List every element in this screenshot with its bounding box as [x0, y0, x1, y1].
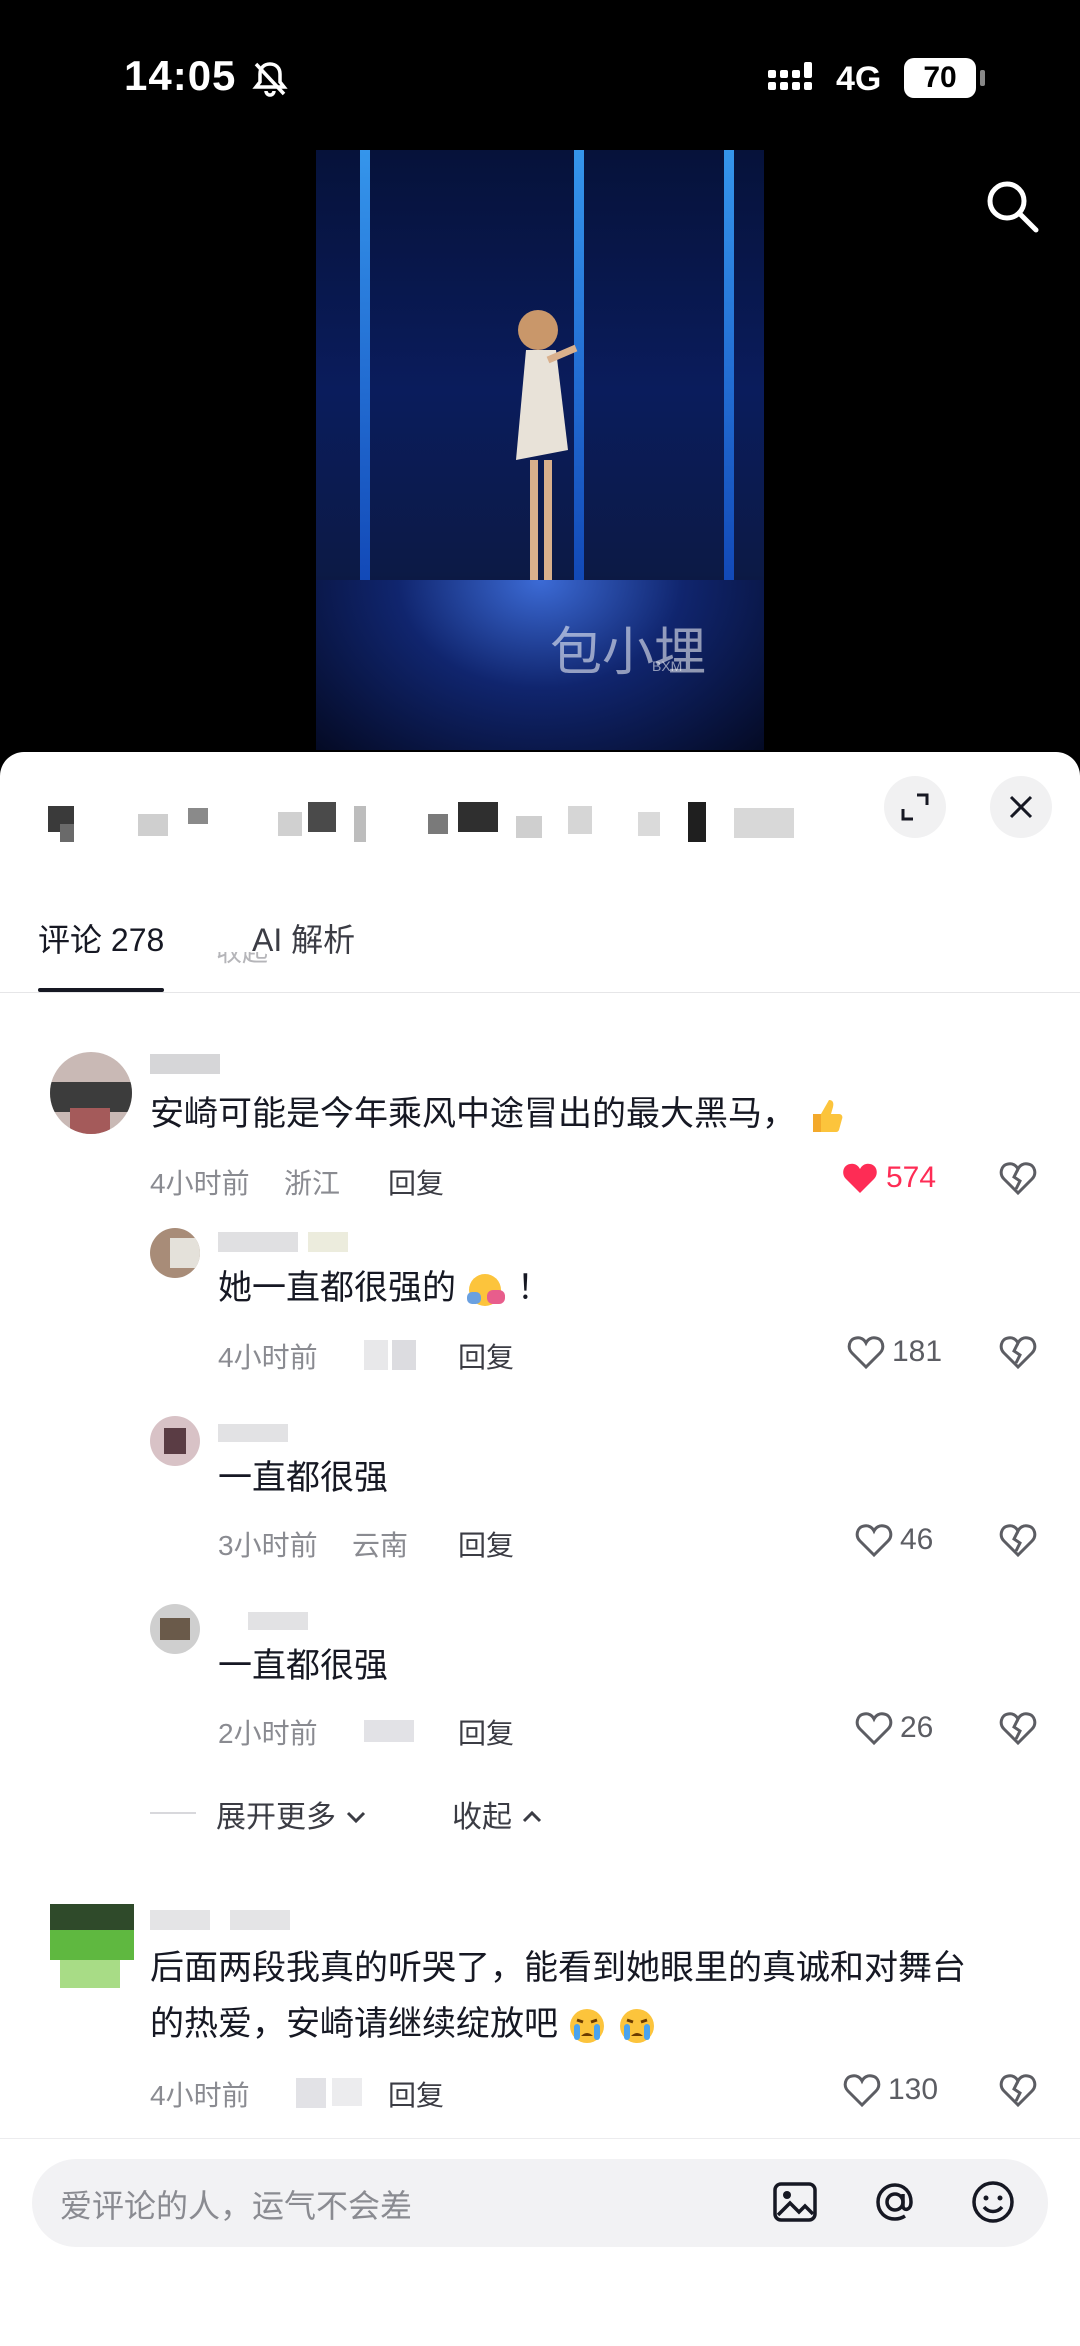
video-watermark: 包小埋 — [550, 623, 707, 683]
reply-button[interactable]: 回复 — [458, 1336, 514, 1376]
username-blurred[interactable] — [150, 1910, 290, 1932]
network-type: 4G — [836, 60, 882, 98]
comment-text-line2: 的热爱，安崎请继续绽放吧 — [150, 1996, 657, 2046]
status-bar: 14:05 4G 70 — [0, 0, 1080, 150]
expand-sheet-button[interactable] — [884, 776, 946, 838]
broken-heart-icon[interactable] — [998, 1520, 1038, 1560]
comment-text: 她一直都很强的 ！ — [218, 1260, 551, 1310]
like-button[interactable]: 574 — [840, 1158, 936, 1198]
image-icon[interactable] — [770, 2177, 820, 2227]
battery-cap — [980, 70, 985, 86]
reply-button[interactable]: 回复 — [458, 1524, 514, 1564]
stage-light — [360, 150, 370, 610]
comment-text: 安崎可能是今年乘风中途冒出的最大黑马， — [150, 1086, 845, 1136]
heart-outline-icon — [847, 1336, 885, 1370]
like-count: 26 — [900, 1711, 934, 1744]
comment-time: 4小时前 — [150, 2080, 250, 2111]
avatar[interactable] — [150, 1604, 200, 1654]
location-blurred — [364, 1340, 416, 1370]
like-count: 130 — [888, 2073, 939, 2106]
comment-sheet: 评论 278 AI 解析 收起 安崎可能是今年乘风中途冒出的最大黑马， 4小时前… — [0, 752, 1080, 2346]
heart-outline-icon — [855, 1524, 893, 1558]
comment-input-placeholder: 爱评论的人，运气不会差 — [60, 2188, 413, 2224]
mention-icon[interactable] — [870, 2177, 920, 2227]
like-button[interactable]: 130 — [842, 2070, 938, 2110]
heart-outline-icon — [843, 2074, 881, 2108]
tab-ai-analysis[interactable]: AI 解析 — [252, 888, 355, 992]
username-blurred[interactable] — [218, 1612, 308, 1634]
video-player[interactable]: 包小埋 BXM — [316, 150, 764, 750]
chevron-up-icon — [523, 1810, 542, 1823]
battery-level: 70 — [904, 58, 976, 98]
reply-button[interactable]: 回复 — [388, 2074, 444, 2114]
avatar[interactable] — [50, 1904, 134, 1988]
like-count: 46 — [900, 1523, 934, 1556]
comment-time: 4小时前 — [218, 1342, 318, 1373]
tab-bar: 评论 278 AI 解析 — [0, 888, 1080, 993]
comment-location: 浙江 — [284, 1168, 341, 1199]
cut-collapse-text: 收起 — [216, 952, 269, 967]
status-time: 14:05 — [124, 52, 237, 99]
tab-comments[interactable]: 评论 278 — [38, 888, 165, 992]
reply-button[interactable]: 回复 — [388, 1162, 444, 1202]
comment-text: 一直都很强 — [218, 1647, 388, 1685]
close-icon — [1009, 795, 1033, 819]
avatar[interactable] — [150, 1416, 200, 1466]
broken-heart-icon[interactable] — [998, 1332, 1038, 1372]
crying-emoji-icon — [570, 2009, 605, 2044]
collapse-button[interactable]: 收起 — [452, 1792, 544, 1836]
username-blurred[interactable] — [218, 1232, 348, 1254]
divider-line — [150, 1812, 196, 1814]
broken-heart-icon[interactable] — [998, 1158, 1038, 1198]
close-button[interactable] — [990, 776, 1052, 838]
hug-emoji-icon — [467, 1274, 506, 1307]
avatar[interactable] — [150, 1228, 200, 1278]
search-icon[interactable] — [982, 176, 1042, 236]
comment-location: 云南 — [352, 1530, 409, 1561]
like-button[interactable]: 26 — [854, 1708, 933, 1748]
fullscreen-icon — [901, 793, 929, 821]
comment-text-line1: 后面两段我真的听哭了，能看到她眼里的真诚和对舞台 — [150, 1949, 966, 1987]
username-blurred[interactable] — [218, 1424, 288, 1446]
username-blurred[interactable] — [150, 1054, 220, 1076]
thumbs-up-icon — [813, 1100, 843, 1133]
chevron-down-icon — [347, 1811, 366, 1824]
bell-muted-icon — [252, 62, 288, 97]
signal-icon — [768, 62, 812, 90]
reply-button[interactable]: 回复 — [458, 1712, 514, 1752]
comment-input-bar: 爱评论的人，运气不会差 — [0, 2138, 1080, 2346]
comment-text: 一直都很强 — [218, 1459, 388, 1497]
emoji-icon[interactable] — [968, 2177, 1018, 2227]
expand-more-button[interactable]: 展开更多 — [216, 1792, 368, 1836]
avatar[interactable] — [50, 1052, 132, 1134]
like-count: 181 — [892, 1335, 943, 1368]
like-count: 574 — [886, 1161, 937, 1194]
broken-heart-icon[interactable] — [998, 2070, 1038, 2110]
video-watermark-sub: BXM — [652, 658, 683, 674]
stage-light — [724, 150, 734, 610]
comment-time: 4小时前 — [150, 1168, 250, 1199]
heart-filled-icon — [843, 1163, 877, 1193]
blurred-title — [48, 802, 794, 842]
location-blurred — [364, 1720, 414, 1742]
broken-heart-icon[interactable] — [998, 1708, 1038, 1748]
comment-time: 3小时前 — [218, 1530, 318, 1561]
comment-time: 2小时前 — [218, 1718, 318, 1749]
heart-outline-icon — [855, 1712, 893, 1746]
crying-emoji-icon — [619, 2009, 654, 2044]
like-button[interactable]: 46 — [854, 1520, 933, 1560]
location-blurred — [296, 2078, 362, 2108]
comment-input[interactable]: 爱评论的人，运气不会差 — [32, 2159, 1048, 2247]
like-button[interactable]: 181 — [846, 1332, 942, 1372]
